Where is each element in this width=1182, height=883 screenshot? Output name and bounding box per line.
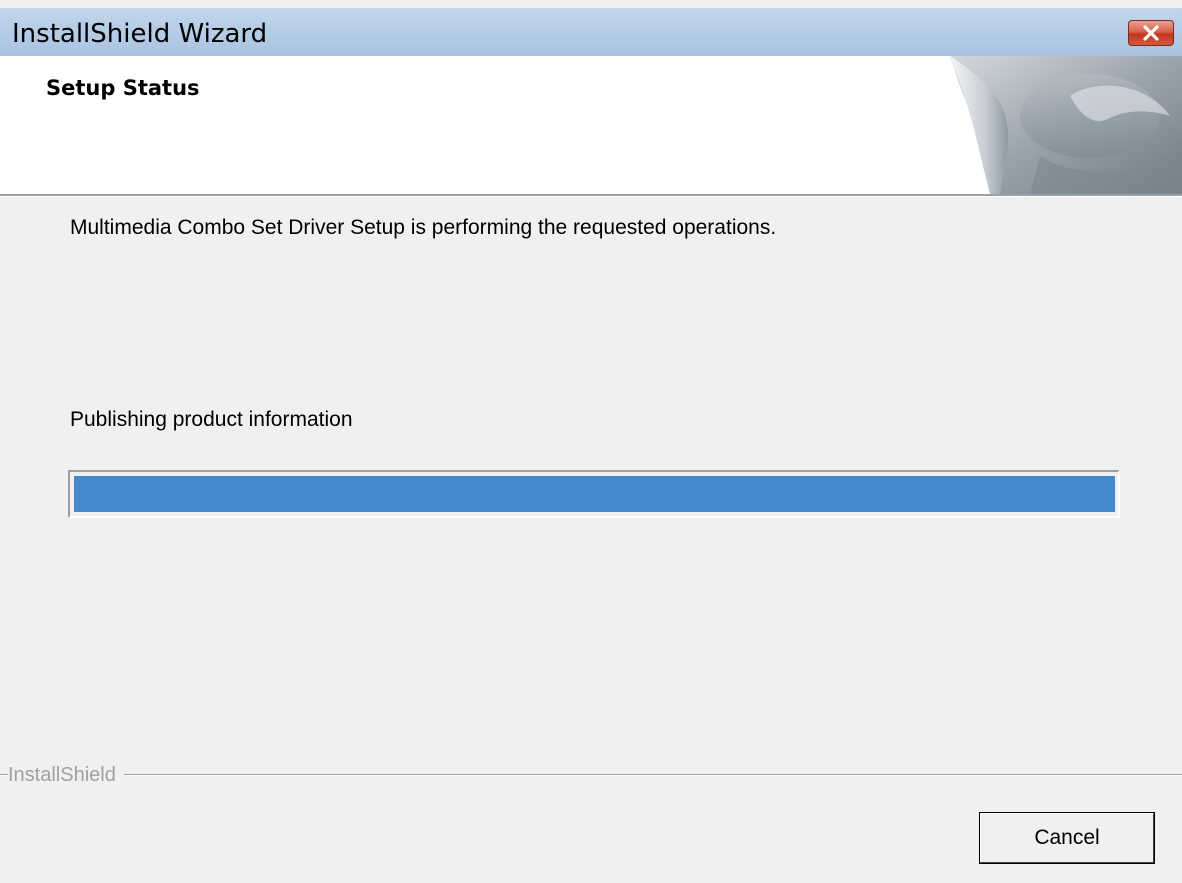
wizard-header: Setup Status	[0, 56, 1182, 194]
status-text: Publishing product information	[70, 408, 353, 431]
page-curl-graphic	[950, 56, 1182, 194]
progress-fill	[74, 476, 1115, 512]
installshield-window: InstallShield Wizard Setup Status Multim…	[0, 0, 1182, 883]
title-bar[interactable]: InstallShield Wizard	[0, 8, 1182, 56]
brand-divider: InstallShield	[0, 764, 1182, 787]
progress-bar	[68, 470, 1120, 518]
brand-label: InstallShield	[8, 764, 124, 787]
close-icon	[1143, 25, 1159, 41]
brand-rule	[0, 774, 1182, 776]
cancel-button[interactable]: Cancel	[979, 812, 1155, 864]
window-title: InstallShield Wizard	[12, 19, 268, 49]
close-button[interactable]	[1128, 20, 1174, 46]
description-text: Multimedia Combo Set Driver Setup is per…	[70, 216, 777, 239]
header-separator	[0, 194, 1182, 197]
header-title: Setup Status	[46, 76, 200, 100]
